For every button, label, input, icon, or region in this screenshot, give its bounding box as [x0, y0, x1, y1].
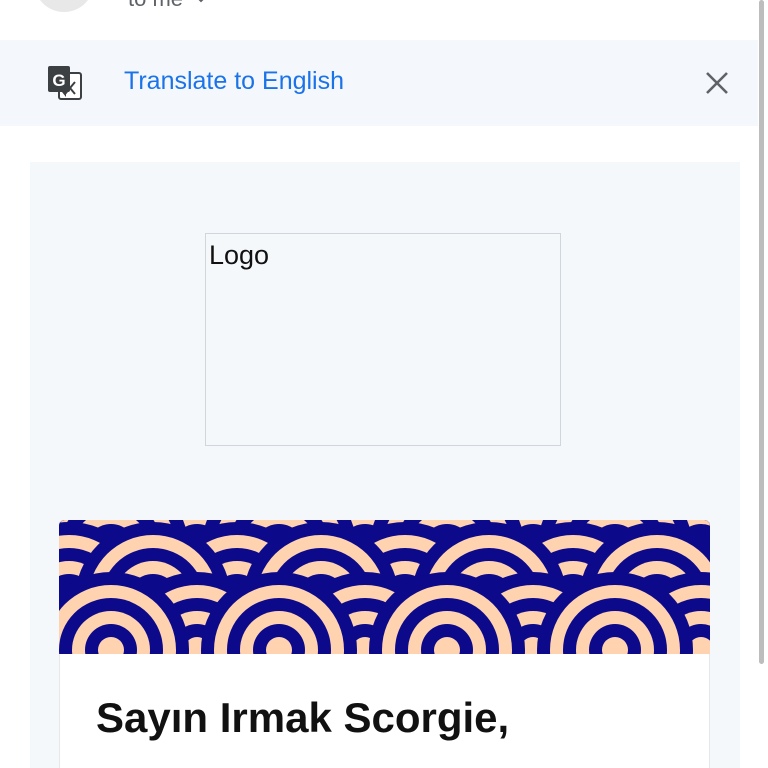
- banner-pattern: [59, 520, 710, 654]
- google-translate-icon: G: [48, 66, 82, 100]
- translate-bar: G Translate to English: [0, 40, 758, 126]
- svg-text:G: G: [52, 71, 65, 90]
- message-header: to me: [0, 0, 758, 40]
- logo-placeholder: Logo: [205, 233, 561, 446]
- recipient-label: to me: [128, 0, 183, 12]
- concentric-circles-banner: [59, 520, 710, 654]
- sender-avatar[interactable]: [34, 0, 94, 12]
- logo-alt-text: Logo: [209, 240, 270, 270]
- close-icon[interactable]: [704, 70, 730, 96]
- chevron-down-icon: [198, 0, 204, 3]
- translate-to-english-link[interactable]: Translate to English: [124, 67, 344, 96]
- message-card: Sayın Irmak Scorgie,: [59, 654, 710, 768]
- greeting-heading: Sayın Irmak Scorgie,: [96, 694, 510, 741]
- recipient-toggle[interactable]: to me: [128, 0, 209, 12]
- email-body: Logo Sayın Irmak Scorgie,: [30, 162, 740, 768]
- scrollbar-thumb[interactable]: [759, 0, 764, 664]
- email-view: to me G Translate to English Logo Sayın …: [0, 0, 768, 768]
